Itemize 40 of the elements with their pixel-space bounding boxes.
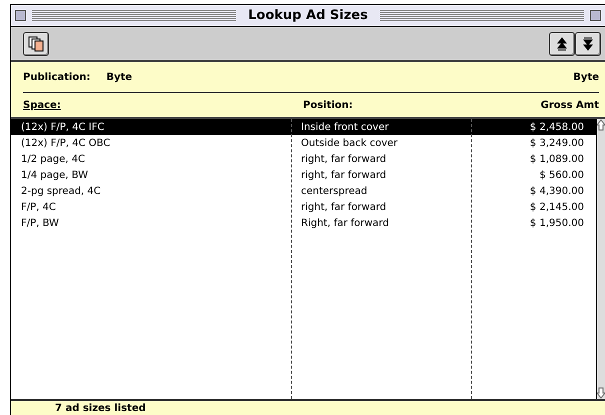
window-title: Lookup Ad Sizes: [247, 8, 369, 23]
publication-value: Byte: [573, 72, 599, 82]
status-text: 7 ad sizes listed: [55, 402, 146, 414]
zoom-box[interactable]: [590, 10, 601, 21]
table-cell[interactable]: centerspread: [291, 183, 471, 199]
table-cell[interactable]: right, far forward: [291, 199, 471, 215]
publication-value: Byte: [106, 72, 132, 82]
table-cell[interactable]: (12x) F/P, 4C OBC: [11, 135, 291, 151]
copy-button[interactable]: [23, 32, 49, 56]
table-cell[interactable]: 1/2 page, 4C: [11, 151, 291, 167]
table-cell[interactable]: $ 4,390.00: [471, 183, 596, 199]
table-cell[interactable]: 1/4 page, BW: [11, 167, 291, 183]
table-cell[interactable]: $ 1,950.00: [471, 215, 596, 231]
table-cell[interactable]: $ 560.00: [471, 167, 596, 183]
up-arrows-icon: [557, 36, 567, 50]
column-header: Gross Amt: [540, 100, 599, 110]
table-cell[interactable]: (12x) F/P, 4C IFC: [11, 119, 291, 135]
close-box[interactable]: [15, 10, 26, 21]
table-cell[interactable]: right, far forward: [291, 151, 471, 167]
column-header: Space:: [23, 100, 62, 110]
next-button[interactable]: [575, 32, 601, 56]
scroll-bar[interactable]: [596, 119, 605, 399]
table-cell[interactable]: Inside front cover: [291, 119, 471, 135]
table-cell[interactable]: $ 2,145.00: [471, 199, 596, 215]
scroll-down-icon[interactable]: [597, 387, 605, 399]
table-cell[interactable]: $ 3,249.00: [471, 135, 596, 151]
table-cell[interactable]: Outside back cover: [291, 135, 471, 151]
publication-label: Publication:: [23, 72, 90, 82]
table-cell[interactable]: right, far forward: [291, 167, 471, 183]
down-arrows-icon: [583, 36, 593, 50]
table-cell[interactable]: 2-pg spread, 4C: [11, 183, 291, 199]
table-cell[interactable]: $ 1,089.00: [471, 151, 596, 167]
table-cell[interactable]: Right, far forward: [291, 215, 471, 231]
table-cell[interactable]: F/P, 4C: [11, 199, 291, 215]
documents-icon: [28, 36, 44, 52]
table-cell[interactable]: F/P, BW: [11, 215, 291, 231]
column-header: Position:: [303, 100, 354, 110]
table-cell[interactable]: $ 2,458.00: [471, 119, 596, 135]
previous-button[interactable]: [549, 32, 575, 56]
scroll-up-icon[interactable]: [597, 119, 605, 131]
